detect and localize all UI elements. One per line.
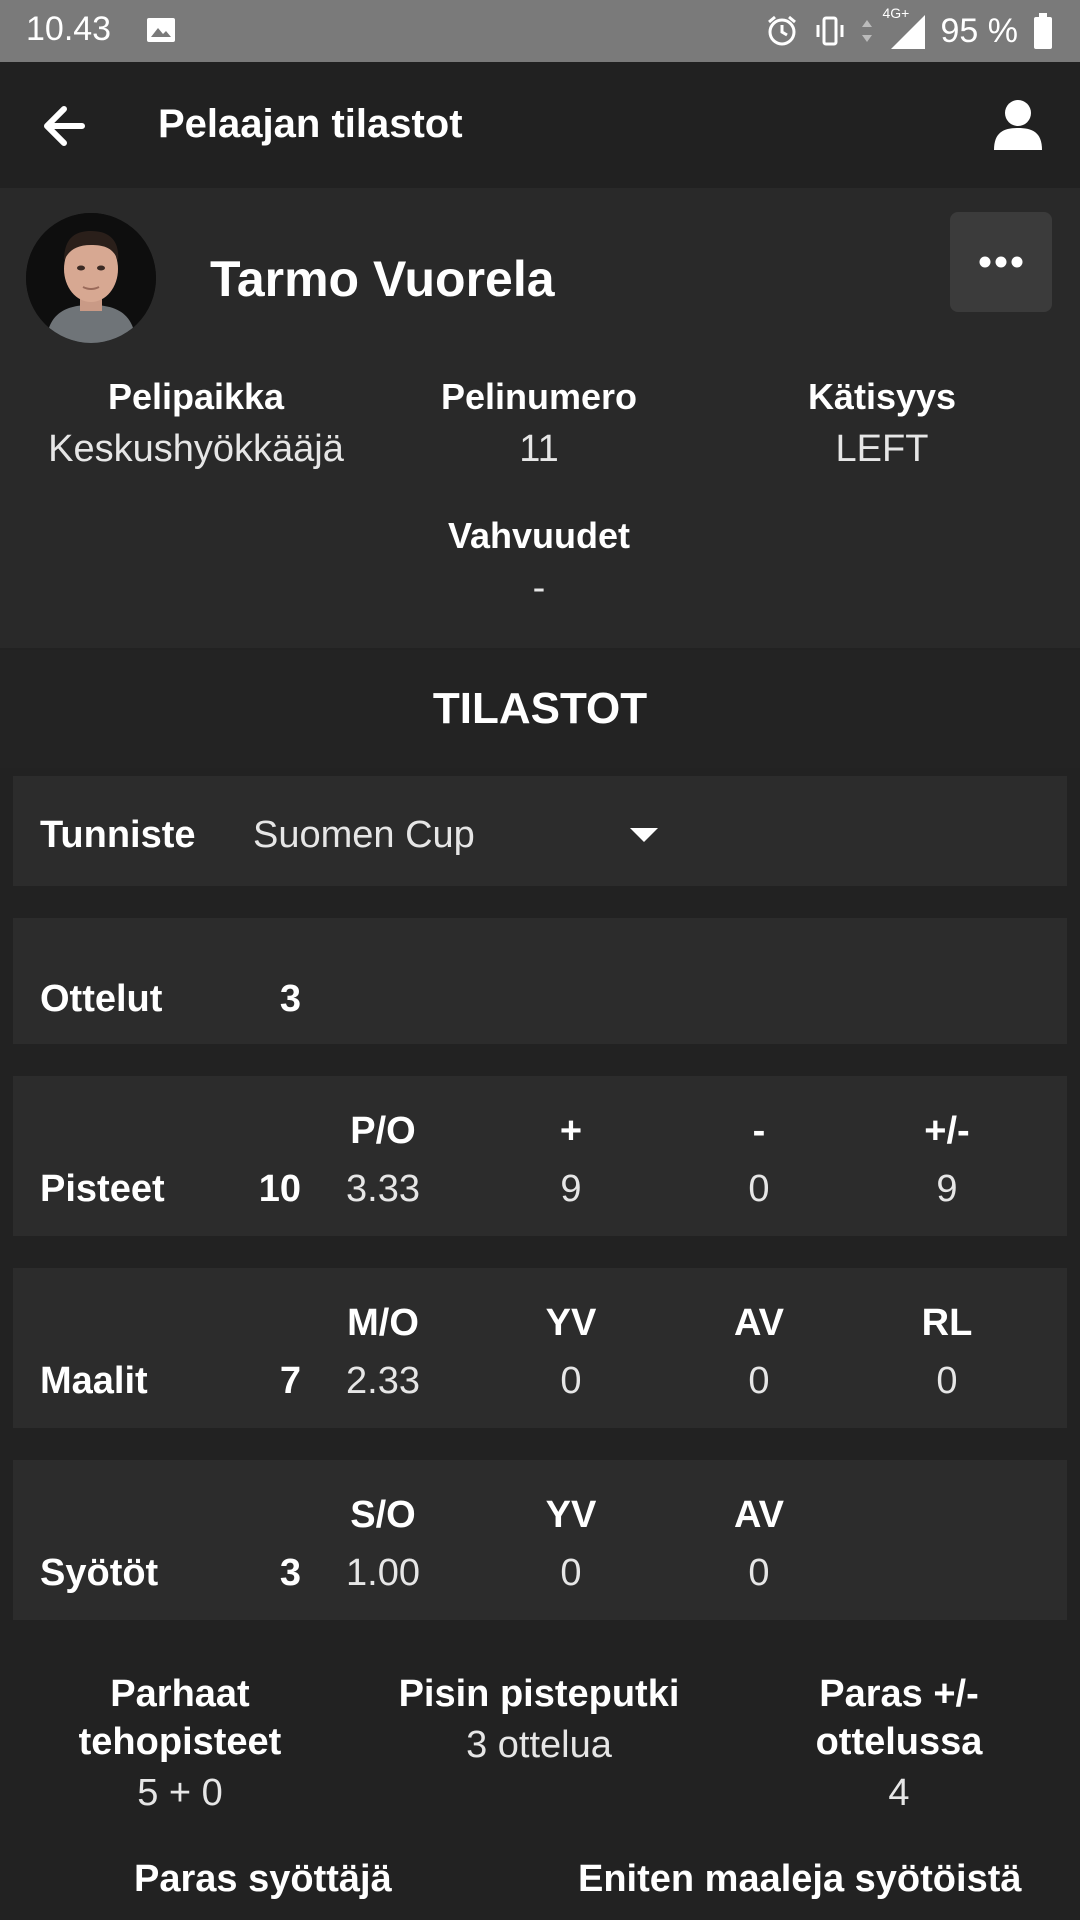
user-profile-icon[interactable] bbox=[986, 92, 1050, 156]
column-value: 9 bbox=[936, 1168, 958, 1210]
data-arrows-icon bbox=[861, 20, 872, 42]
assists-label: Syötöt bbox=[40, 1552, 159, 1594]
column-value: 0 bbox=[936, 1360, 958, 1402]
column-value: 0 bbox=[560, 1552, 582, 1594]
goals-card: M/O YV AV RL Maalit 7 2.33 0 0 0 bbox=[13, 1268, 1067, 1428]
battery-percentage: 95 % bbox=[940, 11, 1019, 50]
column-value: 2.33 bbox=[346, 1360, 420, 1402]
tag-dropdown-value: Suomen Cup bbox=[253, 814, 475, 856]
app-bar: Pelaajan tilastot bbox=[0, 62, 1080, 188]
alarm-icon bbox=[767, 15, 796, 46]
player-avatar[interactable] bbox=[26, 213, 156, 343]
column-value: 3.33 bbox=[346, 1168, 420, 1210]
highlight-label-line1: Pisin pisteputki bbox=[398, 1673, 680, 1715]
info-label: Pelinumero bbox=[440, 376, 638, 417]
highlight-label-line1: Paras +/- bbox=[819, 1673, 979, 1715]
highlight-value: 3 ottelua bbox=[466, 1724, 612, 1766]
info-label: Pelipaikka bbox=[107, 376, 285, 417]
highlight-value: 4 bbox=[888, 1772, 910, 1814]
page-title: Pelaajan tilastot bbox=[158, 102, 463, 146]
more-dots-icon bbox=[979, 256, 1023, 268]
column-header: +/- bbox=[924, 1110, 970, 1152]
status-bar: 10.43 4G+ 95 % bbox=[0, 0, 1080, 62]
points-label: Pisteet bbox=[40, 1168, 165, 1210]
info-value: - bbox=[532, 567, 546, 609]
dropdown-arrow-icon bbox=[630, 828, 658, 842]
highlight-best-plus-minus: Paras +/- ottelussa 4 bbox=[729, 1670, 1069, 1820]
image-notification-icon bbox=[147, 18, 175, 42]
column-value: 0 bbox=[560, 1360, 582, 1402]
highlight-label-line1: Parhaat bbox=[110, 1673, 250, 1715]
column-value: 0 bbox=[748, 1552, 770, 1594]
column-value: 1.00 bbox=[346, 1552, 420, 1594]
games-label: Ottelut bbox=[40, 978, 163, 1020]
column-header: AV bbox=[734, 1302, 784, 1344]
status-time: 10.43 bbox=[26, 10, 112, 48]
tag-selector-card: Tunniste Suomen Cup bbox=[13, 776, 1067, 886]
info-strengths: Vahvuudet - bbox=[359, 515, 719, 610]
column-header: YV bbox=[545, 1302, 597, 1344]
player-photo bbox=[26, 213, 156, 343]
games-card: Ottelut 3 bbox=[13, 918, 1067, 1044]
column-value: 0 bbox=[748, 1360, 770, 1402]
column-header: YV bbox=[545, 1494, 597, 1536]
highlight-value: 5 + 0 bbox=[137, 1772, 223, 1814]
section-title: TILASTOT bbox=[432, 684, 648, 733]
points-card: P/O + - +/- Pisteet 10 3.33 9 0 9 bbox=[13, 1076, 1067, 1236]
assists-card: S/O YV AV Syötöt 3 1.00 0 0 bbox=[13, 1460, 1067, 1620]
column-header: M/O bbox=[347, 1302, 419, 1344]
player-name: Tarmo Vuorela bbox=[210, 251, 555, 307]
vibrate-icon bbox=[816, 16, 843, 46]
info-value: 11 bbox=[519, 428, 559, 470]
info-value: Keskushyökkääjä bbox=[48, 428, 344, 470]
assists-total: 3 bbox=[279, 1552, 301, 1594]
goals-total: 7 bbox=[279, 1360, 301, 1402]
points-total: 10 bbox=[258, 1168, 301, 1210]
info-jersey-number: Pelinumero 11 bbox=[359, 376, 719, 471]
column-value: 0 bbox=[748, 1168, 770, 1210]
battery-icon bbox=[1034, 13, 1052, 49]
games-value: 3 bbox=[279, 978, 301, 1020]
info-label: Vahvuudet bbox=[447, 515, 631, 556]
most-goals-from-passes-label: Eniten maaleja syötöistä bbox=[578, 1858, 1022, 1900]
highlight-longest-streak: Pisin pisteputki 3 ottelua bbox=[369, 1670, 709, 1772]
highlight-best-points: Parhaat tehopisteet 5 + 0 bbox=[10, 1670, 350, 1820]
info-label: Kätisyys bbox=[807, 376, 957, 417]
tag-dropdown[interactable]: Suomen Cup bbox=[233, 776, 683, 886]
info-handedness: Kätisyys LEFT bbox=[702, 376, 1062, 471]
signal-group: 4G+ bbox=[883, 5, 927, 51]
column-value: 9 bbox=[560, 1168, 582, 1210]
goals-label: Maalit bbox=[40, 1360, 148, 1402]
player-info-panel: Tarmo Vuorela Pelipaikka Keskushyökkääjä… bbox=[0, 188, 1080, 648]
column-header: AV bbox=[734, 1494, 784, 1536]
info-value: LEFT bbox=[835, 428, 929, 470]
stats-section-header: TILASTOT bbox=[0, 650, 1080, 768]
highlight-label-line2: tehopisteet bbox=[78, 1721, 282, 1763]
more-options-button[interactable] bbox=[950, 212, 1052, 312]
signal-icon bbox=[890, 15, 925, 49]
column-header: + bbox=[559, 1110, 583, 1152]
back-arrow-icon[interactable] bbox=[36, 96, 96, 156]
column-header: - bbox=[752, 1110, 766, 1152]
highlight-label-line2: ottelussa bbox=[815, 1721, 983, 1763]
column-header: P/O bbox=[350, 1110, 416, 1152]
tag-label: Tunniste bbox=[40, 814, 196, 856]
column-header: RL bbox=[921, 1302, 973, 1344]
column-header: S/O bbox=[350, 1494, 416, 1536]
info-position: Pelipaikka Keskushyökkääjä bbox=[16, 376, 376, 471]
best-passer-label: Paras syöttäjä bbox=[134, 1858, 392, 1900]
